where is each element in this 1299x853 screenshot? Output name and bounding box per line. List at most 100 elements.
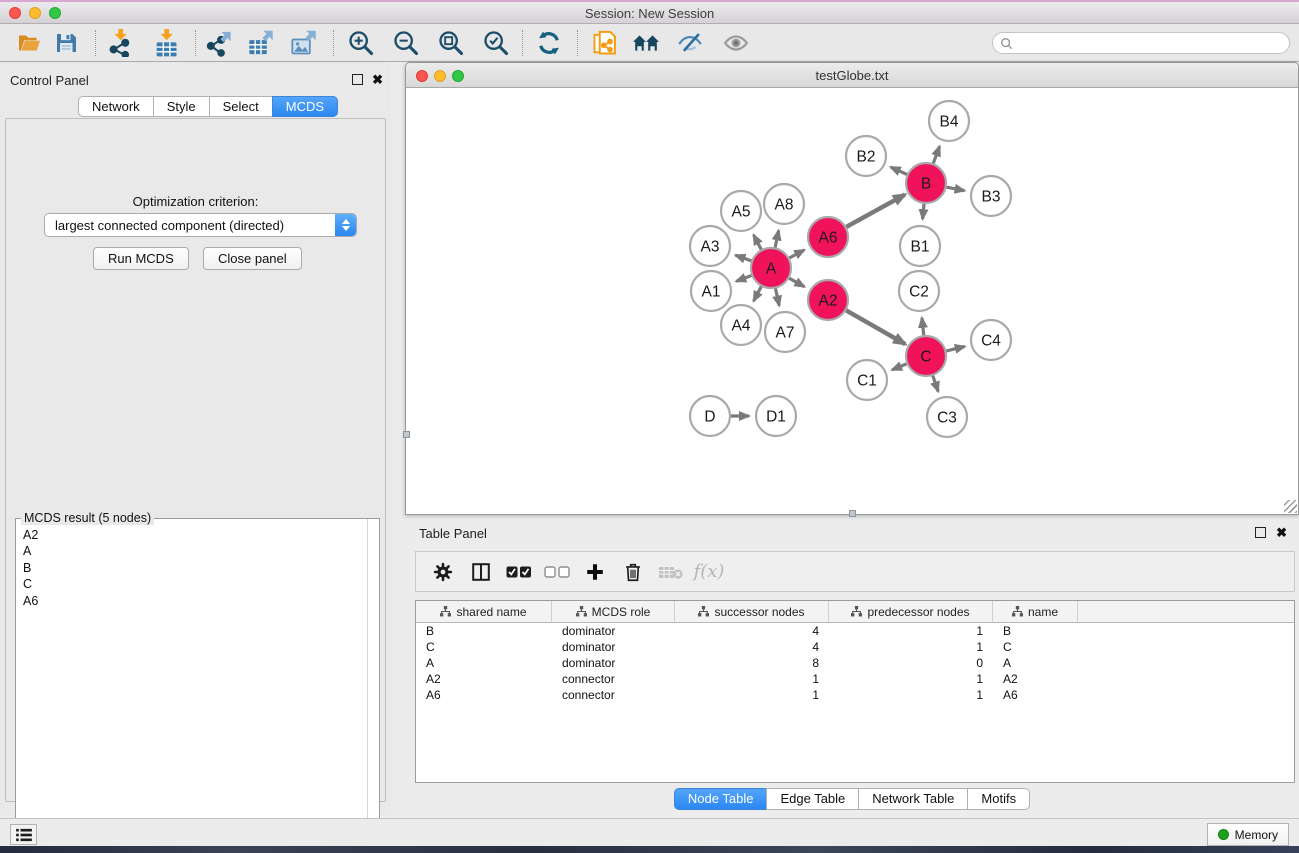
tab-select[interactable]: Select bbox=[209, 96, 273, 117]
unselect-all-columns-icon[interactable] bbox=[538, 555, 576, 589]
table-cell[interactable]: A2 bbox=[993, 672, 1078, 686]
graph-edge-A2-C[interactable] bbox=[844, 309, 906, 344]
table-cell[interactable]: 0 bbox=[829, 656, 993, 670]
search-field[interactable] bbox=[992, 32, 1290, 54]
memory-button[interactable]: Memory bbox=[1207, 823, 1289, 846]
graph-node-D[interactable]: D bbox=[690, 396, 730, 436]
frame-handle-left[interactable] bbox=[403, 431, 410, 438]
zoom-fit-icon[interactable] bbox=[433, 28, 469, 58]
tab-style[interactable]: Style bbox=[153, 96, 210, 117]
show-all-icon[interactable] bbox=[718, 28, 754, 58]
float-panel-icon[interactable] bbox=[352, 74, 363, 85]
float-panel-icon[interactable] bbox=[1255, 527, 1266, 538]
show-network-overview-icon[interactable] bbox=[628, 28, 664, 58]
frame-handle-bottom[interactable] bbox=[849, 510, 856, 517]
zoom-in-icon[interactable] bbox=[343, 28, 379, 58]
graph-node-A8[interactable]: A8 bbox=[764, 184, 804, 224]
open-file-icon[interactable] bbox=[11, 28, 47, 58]
column-header-mcds-role[interactable]: MCDS role bbox=[552, 601, 675, 622]
table-row[interactable]: Adominator80A bbox=[416, 655, 1294, 671]
tab-network[interactable]: Network bbox=[78, 96, 154, 117]
table-cell[interactable]: C bbox=[993, 640, 1078, 654]
create-new-column-icon[interactable] bbox=[576, 555, 614, 589]
table-cell[interactable]: A6 bbox=[416, 688, 552, 702]
graph-node-A2[interactable]: A2 bbox=[808, 280, 848, 320]
export-table-icon[interactable] bbox=[243, 28, 279, 58]
result-list-scrollbar[interactable] bbox=[367, 519, 368, 853]
table-cell[interactable]: 1 bbox=[829, 672, 993, 686]
graph-node-A[interactable]: A bbox=[751, 248, 791, 288]
table-cell[interactable]: dominator bbox=[552, 656, 675, 670]
table-cell[interactable]: 4 bbox=[675, 624, 829, 638]
close-panel-button[interactable]: Close panel bbox=[203, 247, 302, 270]
table-cell[interactable]: 1 bbox=[829, 688, 993, 702]
graph-node-B[interactable]: B bbox=[906, 163, 946, 203]
zoom-selected-icon[interactable] bbox=[478, 28, 514, 58]
table-cell[interactable]: connector bbox=[552, 688, 675, 702]
graph-node-A3[interactable]: A3 bbox=[690, 226, 730, 266]
table-cell[interactable]: 1 bbox=[829, 640, 993, 654]
table-cell[interactable]: A bbox=[416, 656, 552, 670]
graph-node-A7[interactable]: A7 bbox=[765, 312, 805, 352]
graph-node-C[interactable]: C bbox=[906, 336, 946, 376]
graph-node-B2[interactable]: B2 bbox=[846, 136, 886, 176]
table-row[interactable]: A2connector11A2 bbox=[416, 671, 1294, 687]
import-network-icon[interactable] bbox=[102, 28, 138, 58]
table-cell[interactable]: 1 bbox=[675, 688, 829, 702]
refresh-layout-icon[interactable] bbox=[531, 28, 567, 58]
table-row[interactable]: Bdominator41B bbox=[416, 623, 1294, 639]
tab-motifs[interactable]: Motifs bbox=[967, 788, 1030, 810]
table-cell[interactable]: A6 bbox=[993, 688, 1078, 702]
result-list-item[interactable]: C bbox=[23, 576, 363, 592]
table-cell[interactable]: 1 bbox=[675, 672, 829, 686]
new-network-from-selection-icon[interactable] bbox=[587, 28, 623, 58]
import-table-icon[interactable] bbox=[148, 28, 184, 58]
table-cell[interactable]: 4 bbox=[675, 640, 829, 654]
close-panel-icon[interactable]: ✖ bbox=[372, 74, 383, 85]
graph-node-C1[interactable]: C1 bbox=[847, 360, 887, 400]
graph-node-B1[interactable]: B1 bbox=[900, 226, 940, 266]
run-mcds-button[interactable]: Run MCDS bbox=[93, 247, 189, 270]
table-cell[interactable]: A bbox=[993, 656, 1078, 670]
column-header-shared-name[interactable]: shared name bbox=[416, 601, 552, 622]
graph-node-A5[interactable]: A5 bbox=[721, 191, 761, 231]
optimization-criterion-dropdown[interactable]: largest connected component (directed) bbox=[44, 213, 357, 237]
result-list-item[interactable]: A6 bbox=[23, 593, 363, 609]
tab-edge-table[interactable]: Edge Table bbox=[766, 788, 859, 810]
export-network-icon[interactable] bbox=[201, 28, 237, 58]
search-input[interactable] bbox=[1017, 34, 1289, 52]
table-cell[interactable]: dominator bbox=[552, 624, 675, 638]
graph-node-D1[interactable]: D1 bbox=[756, 396, 796, 436]
table-cell[interactable]: B bbox=[416, 624, 552, 638]
table-cell[interactable]: A2 bbox=[416, 672, 552, 686]
show-column-icon[interactable] bbox=[462, 555, 500, 589]
table-settings-icon[interactable] bbox=[424, 555, 462, 589]
graph-edge-B-B3[interactable] bbox=[944, 187, 965, 191]
task-history-button[interactable] bbox=[10, 824, 37, 845]
table-cell[interactable]: connector bbox=[552, 672, 675, 686]
network-graph[interactable]: B4B2BB3A8A5A6A3B1AA1C2A2A4A7C4CC1C3DD1 bbox=[406, 88, 1298, 514]
column-header-successor-nodes[interactable]: successor nodes bbox=[675, 601, 829, 622]
graph-edge-B-B2[interactable] bbox=[891, 167, 910, 176]
network-window-titlebar[interactable]: testGlobe.txt bbox=[406, 63, 1298, 88]
close-panel-icon[interactable]: ✖ bbox=[1276, 527, 1287, 538]
graph-edge-C-C4[interactable] bbox=[943, 346, 964, 351]
hide-selected-icon[interactable] bbox=[672, 28, 708, 58]
graph-node-C3[interactable]: C3 bbox=[927, 397, 967, 437]
table-cell[interactable]: dominator bbox=[552, 640, 675, 654]
tab-mcds[interactable]: MCDS bbox=[272, 96, 338, 117]
graph-node-C4[interactable]: C4 bbox=[971, 320, 1011, 360]
column-header-predecessor-nodes[interactable]: predecessor nodes bbox=[829, 601, 993, 622]
tab-node-table[interactable]: Node Table bbox=[674, 788, 768, 810]
result-list-item[interactable]: A bbox=[23, 543, 363, 559]
table-cell[interactable]: 8 bbox=[675, 656, 829, 670]
delete-columns-icon[interactable] bbox=[614, 555, 652, 589]
window-resize-grip[interactable] bbox=[1284, 500, 1297, 513]
table-row[interactable]: Cdominator41C bbox=[416, 639, 1294, 655]
graph-node-A1[interactable]: A1 bbox=[691, 271, 731, 311]
result-list-item[interactable]: B bbox=[23, 560, 363, 576]
zoom-out-icon[interactable] bbox=[388, 28, 424, 58]
save-session-icon[interactable] bbox=[48, 28, 84, 58]
graph-node-B4[interactable]: B4 bbox=[929, 101, 969, 141]
column-header-name[interactable]: name bbox=[993, 601, 1078, 622]
